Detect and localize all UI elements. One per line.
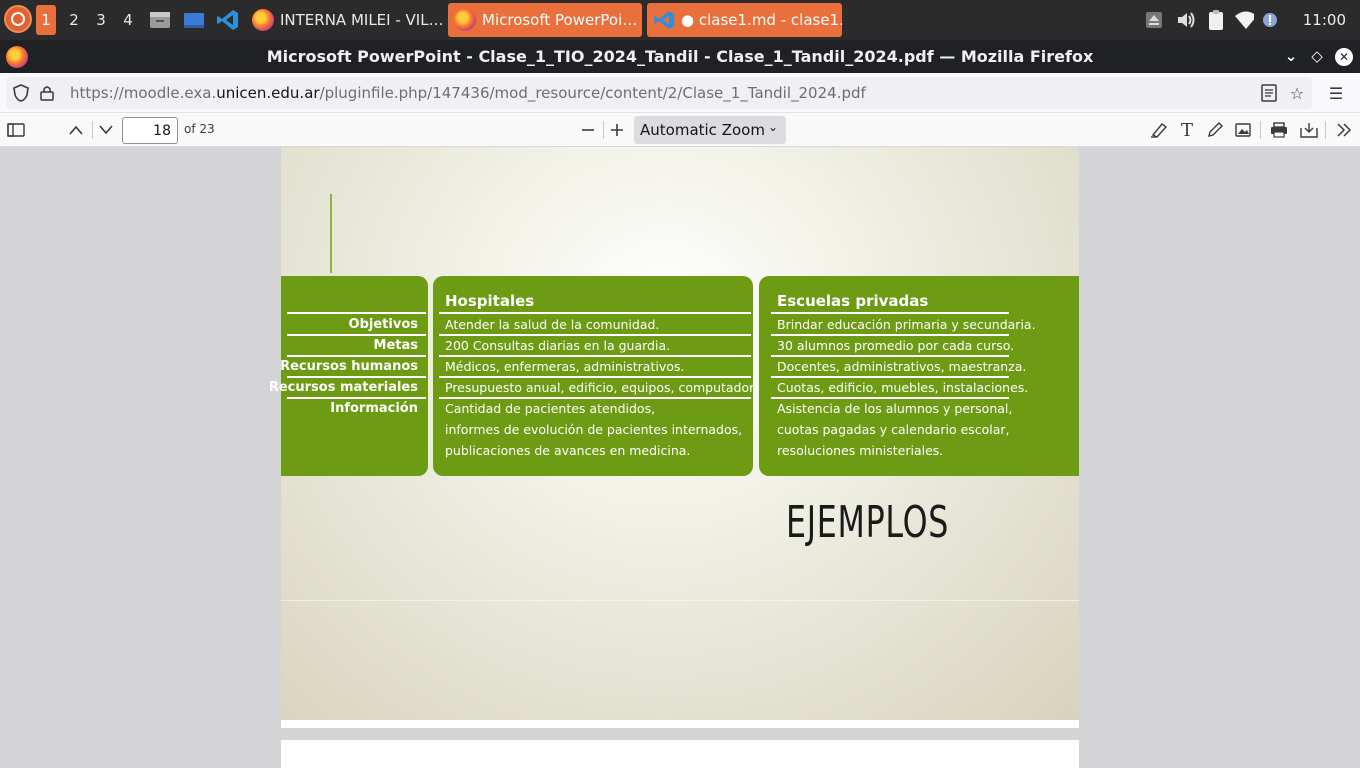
pdf-page-next bbox=[281, 740, 1079, 768]
table-cell: Docentes, administrativos, maestranza. bbox=[777, 359, 1027, 374]
print-icon[interactable] bbox=[1269, 118, 1289, 142]
vscode-icon[interactable] bbox=[216, 8, 240, 32]
eject-icon[interactable] bbox=[1144, 10, 1164, 30]
hospitales-panel: Hospitales Atender la salud de la comuni… bbox=[433, 276, 772, 476]
table-cell: Médicos, enfermeras, administrativos. bbox=[445, 359, 685, 374]
save-download-icon[interactable] bbox=[1299, 118, 1319, 142]
table-cell: Atender la salud de la comunidad. bbox=[445, 317, 660, 332]
url-prefix: https://moodle.exa. bbox=[70, 84, 217, 102]
row-label: Objetivos bbox=[348, 317, 418, 332]
file-manager-icon[interactable] bbox=[148, 8, 172, 32]
notification-icon[interactable] bbox=[1260, 10, 1280, 30]
table-cell: Presupuesto anual, edificio, equipos, co… bbox=[445, 380, 773, 395]
shield-icon[interactable] bbox=[10, 82, 32, 104]
url-path: /pluginfile.php/147436/mod_resource/cont… bbox=[319, 84, 866, 102]
clipboard-icon[interactable] bbox=[1206, 10, 1226, 30]
escuelas-panel: Escuelas privadas Brindar educación prim… bbox=[759, 276, 1079, 476]
highlight-icon[interactable] bbox=[1149, 118, 1169, 142]
firefox-icon bbox=[6, 46, 28, 68]
table-cell: Asistencia de los alumnos y personal, bbox=[777, 401, 1013, 416]
chevron-down-icon: ⌄ bbox=[767, 120, 778, 134]
restore-icon[interactable]: ◇ bbox=[1306, 45, 1328, 67]
table-cell: 200 Consultas diarias en la guardia. bbox=[445, 338, 671, 353]
window-title: Microsoft PowerPoint - Clase_1_TIO_2024_… bbox=[266, 47, 1094, 66]
vscode-icon bbox=[653, 9, 675, 31]
window-titlebar[interactable]: Microsoft PowerPoint - Clase_1_TIO_2024_… bbox=[0, 40, 1360, 73]
workspace-4[interactable]: 4 bbox=[118, 5, 138, 35]
desktop-icon[interactable] bbox=[182, 8, 206, 32]
taskbar-task-vscode[interactable]: ● clase1.md - clase1… bbox=[647, 3, 842, 37]
table-cell: informes de evolución de pacientes inter… bbox=[445, 422, 743, 437]
table-cell: Cantidad de pacientes atendidos, bbox=[445, 401, 656, 416]
lock-icon[interactable] bbox=[36, 82, 58, 104]
reader-view-icon[interactable] bbox=[1258, 82, 1280, 104]
table-cell: Brindar educación primaria y secundaria. bbox=[777, 317, 1036, 332]
firefox-icon bbox=[252, 9, 274, 31]
system-taskbar: 1 2 3 4 INTERNA MILEI - VIL… Microsoft P… bbox=[0, 0, 1360, 40]
workspace-1[interactable]: 1 bbox=[36, 5, 56, 35]
sidebar-toggle-icon[interactable] bbox=[6, 118, 26, 142]
panel-header: Hospitales bbox=[445, 292, 535, 310]
row-label: Recursos materiales bbox=[268, 380, 418, 395]
taskbar-task-interna[interactable]: INTERNA MILEI - VIL… bbox=[246, 3, 442, 37]
taskbar-task-powerpoint[interactable]: Microsoft PowerPoi… bbox=[448, 3, 642, 37]
task-label: Microsoft PowerPoi… bbox=[482, 11, 638, 29]
navigation-bar: https://moodle.exa. unicen.edu.ar/pluginf… bbox=[0, 73, 1360, 113]
table-cell: resoluciones ministeriales. bbox=[777, 443, 944, 458]
zoom-in-icon[interactable] bbox=[607, 118, 627, 142]
ubuntu-menu-icon[interactable] bbox=[4, 5, 32, 33]
table-cell: cuotas pagadas y calendario escolar, bbox=[777, 422, 1010, 437]
pdf-viewer[interactable]: Objetivos Metas Recursos humanos Recurso… bbox=[0, 147, 1360, 768]
close-icon[interactable]: ✕ bbox=[1335, 48, 1353, 66]
zoom-select[interactable]: Automatic Zoom ⌄ bbox=[634, 116, 786, 144]
task-label: ● clase1.md - clase1… bbox=[681, 11, 842, 29]
more-tools-icon[interactable] bbox=[1334, 118, 1354, 142]
draw-icon[interactable] bbox=[1205, 118, 1225, 142]
workspace-3[interactable]: 3 bbox=[91, 5, 111, 35]
page-bottom-edge bbox=[281, 720, 1079, 728]
row-label: Información bbox=[330, 401, 418, 416]
url-domain: unicen.edu.ar bbox=[216, 84, 320, 102]
bookmark-star-icon[interactable]: ☆ bbox=[1286, 82, 1308, 104]
panel-header: Escuelas privadas bbox=[777, 292, 929, 310]
row-label: Recursos humanos bbox=[280, 359, 418, 374]
table-cell: publicaciones de avances en medicina. bbox=[445, 443, 691, 458]
firefox-icon bbox=[454, 9, 476, 31]
table-cell: Cuotas, edificio, muebles, instalaciones… bbox=[777, 380, 1029, 395]
next-page-icon[interactable] bbox=[96, 118, 116, 142]
volume-icon[interactable] bbox=[1176, 10, 1196, 30]
slide-title: EJEMPLOS bbox=[786, 497, 950, 548]
pdf-toolbar: of 23 Automatic Zoom ⌄ T bbox=[0, 113, 1360, 147]
table-cell: 30 alumnos promedio por cada curso. bbox=[777, 338, 1015, 353]
zoom-value: Automatic Zoom bbox=[640, 121, 765, 139]
hamburger-menu-icon[interactable]: ☰ bbox=[1325, 82, 1347, 104]
previous-page-icon[interactable] bbox=[66, 118, 86, 142]
text-tool-icon[interactable]: T bbox=[1177, 118, 1197, 142]
page-count: of 23 bbox=[184, 122, 215, 136]
row-labels-panel: Objetivos Metas Recursos humanos Recurso… bbox=[269, 276, 428, 476]
clock[interactable]: 11:00 bbox=[1303, 0, 1346, 40]
accent-line bbox=[330, 194, 332, 273]
page-number-input[interactable] bbox=[122, 117, 178, 144]
image-icon[interactable] bbox=[1233, 118, 1253, 142]
task-label: INTERNA MILEI - VIL… bbox=[280, 11, 442, 29]
zoom-out-icon[interactable] bbox=[578, 118, 598, 142]
minimize-icon[interactable]: ⌄ bbox=[1280, 45, 1302, 67]
pdf-page: Objetivos Metas Recursos humanos Recurso… bbox=[269, 147, 1079, 720]
row-label: Metas bbox=[373, 338, 418, 353]
divider bbox=[281, 600, 1079, 601]
wifi-icon[interactable] bbox=[1234, 10, 1254, 30]
workspace-2[interactable]: 2 bbox=[64, 5, 84, 35]
url-field[interactable]: https://moodle.exa. unicen.edu.ar/pluginf… bbox=[6, 77, 1312, 109]
